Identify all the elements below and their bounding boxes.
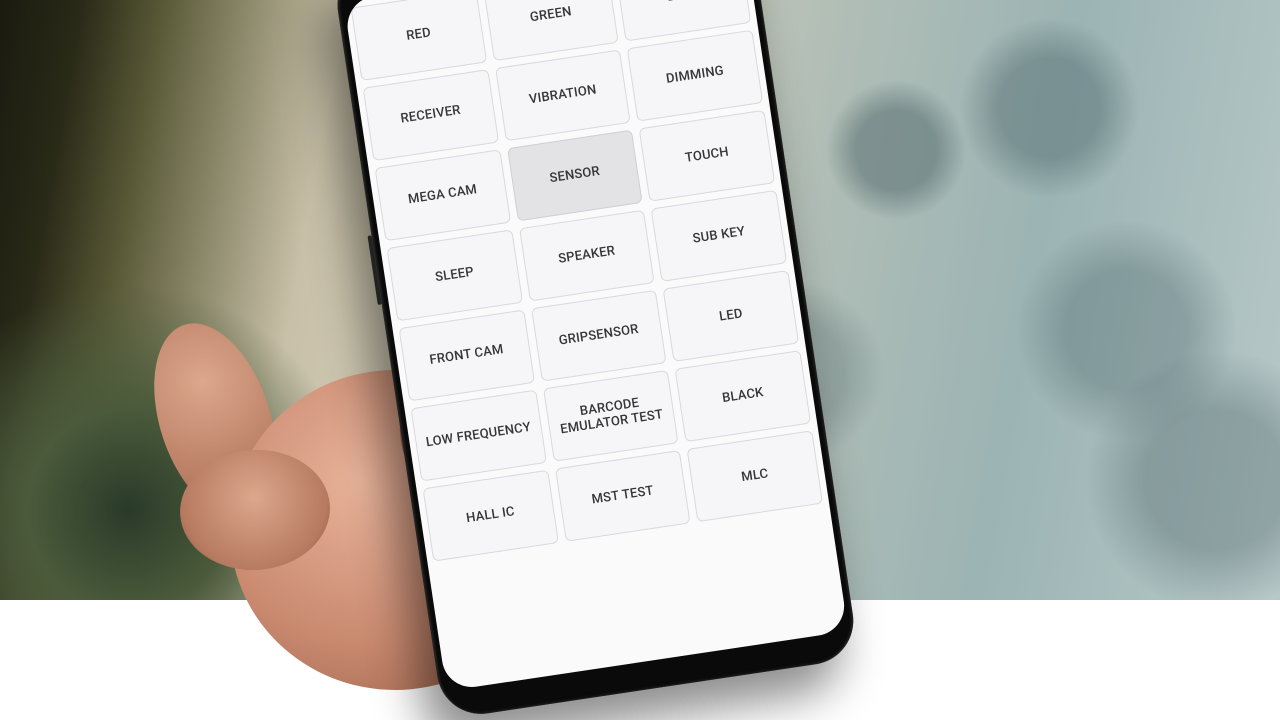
front-cam-button[interactable]: FRONT CAM	[399, 310, 535, 402]
mlc-button[interactable]: MLC	[687, 430, 823, 522]
barcode-emulator-test-button[interactable]: BARCODE EMULATOR TEST	[543, 370, 679, 462]
hall-ic-button[interactable]: HALL IC	[422, 470, 558, 562]
led-button[interactable]: LED	[663, 270, 799, 362]
blue-button[interactable]: BLUE	[615, 0, 751, 41]
black-button[interactable]: BLACK	[675, 350, 811, 442]
green-button[interactable]: GREEN	[483, 0, 619, 61]
mst-test-button[interactable]: MST TEST	[555, 450, 691, 542]
vibration-button[interactable]: VIBRATION	[495, 49, 631, 141]
mega-cam-button[interactable]: MEGA CAM	[375, 149, 511, 241]
gripsensor-button[interactable]: GRIPSENSOR	[531, 290, 667, 382]
low-frequency-button[interactable]: LOW FREQUENCY	[410, 390, 546, 482]
sub-key-button[interactable]: SUB KEY	[651, 190, 787, 282]
touch-button[interactable]: TOUCH	[639, 110, 775, 202]
speaker-button[interactable]: SPEAKER	[519, 210, 655, 302]
sleep-button[interactable]: SLEEP	[387, 229, 523, 321]
dimming-button[interactable]: DIMMING	[627, 30, 763, 122]
sensor-button[interactable]: SENSOR	[507, 130, 643, 222]
receiver-button[interactable]: RECEIVER	[363, 69, 499, 161]
red-button[interactable]: RED	[351, 0, 487, 81]
